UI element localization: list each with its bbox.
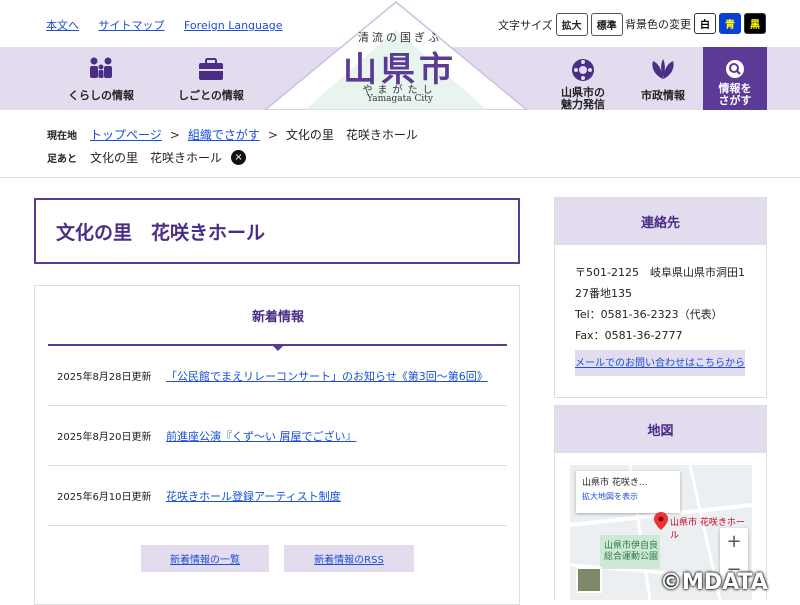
news-item: 2025年6月10日更新 花咲きホール登録アーティスト制度 <box>48 466 507 526</box>
map-card-title: 山県市 花咲き... <box>582 478 648 488</box>
map-satellite-toggle[interactable] <box>576 567 602 593</box>
breadcrumb: 現在地 トップページ > 組織でさがす > 文化の里 花咲きホール <box>47 126 418 143</box>
news-title: 新着情報 <box>251 310 304 325</box>
news-date: 2025年6月10日更新 <box>57 492 152 503</box>
breadcrumb-separator: > <box>169 127 180 142</box>
page-title: 文化の里 花咲きホール <box>34 198 520 264</box>
breadcrumb-label: 現在地 <box>47 131 77 142</box>
footprint: 足あと 文化の里 花咲きホール × <box>47 149 247 166</box>
contact-tel: Tel：0581-36-2323（代表） <box>575 308 723 321</box>
breadcrumb-top-link[interactable]: トップページ <box>90 126 162 143</box>
breadcrumb-separator: > <box>267 127 278 142</box>
map-zoom-in-button[interactable]: + <box>720 528 748 556</box>
logo-english: Yamagata City <box>367 94 433 104</box>
map-place-line-1: 山県市伊自良 <box>604 541 659 551</box>
contact-panel: 連絡先 〒501-2125 岐阜県山県市洞田1 27番地135 Tel：0581… <box>554 197 767 398</box>
breadcrumb-org-link[interactable]: 組織でさがす <box>188 126 260 143</box>
map-info-card: 山県市 花咲き... 拡大地図を表示 <box>576 471 680 513</box>
footprint-close-icon[interactable]: × <box>231 150 247 165</box>
contact-address-2: 27番地135 <box>575 287 632 300</box>
watermark: ©MDATA <box>660 570 768 595</box>
news-date: 2025年8月20日更新 <box>57 432 152 443</box>
news-date: 2025年8月28日更新 <box>57 372 152 383</box>
contact-body: 〒501-2125 岐阜県山県市洞田1 27番地135 Tel：0581-36-… <box>555 245 766 376</box>
map-place-line-2: 総合運動公園 <box>604 552 659 562</box>
contact-fax: Fax：0581-36-2777 <box>575 329 683 342</box>
map-place-label: 山県市伊自良 総合運動公園 <box>604 541 658 563</box>
breadcrumb-current: 文化の里 花咲きホール <box>285 128 418 142</box>
news-rss-button[interactable]: 新着情報のRSS <box>284 545 414 572</box>
news-section: 新着情報 2025年8月28日更新 「公民館でまえリレーコンサート」のお知らせ《… <box>34 285 520 605</box>
contact-address-1: 〒501-2125 岐阜県山県市洞田1 <box>575 266 745 279</box>
news-item: 2025年8月28日更新 「公民館でまえリレーコンサート」のお知らせ《第3回～第… <box>48 346 507 406</box>
news-link[interactable]: 「公民館でまえリレーコンサート」のお知らせ《第3回～第6回》 <box>166 368 488 384</box>
mail-inquiry-button[interactable]: メールでのお問い合わせはこちらから <box>575 350 745 376</box>
map-pin-icon[interactable] <box>654 512 668 530</box>
footprint-item[interactable]: 文化の里 花咲きホール <box>90 149 222 166</box>
news-item: 2025年8月20日更新 前進座公演『くず～い 屑屋でござい』 <box>48 406 507 466</box>
divider <box>0 177 800 178</box>
news-list-button[interactable]: 新着情報の一覧 <box>141 545 269 572</box>
map-title: 地図 <box>555 406 766 453</box>
contact-title: 連絡先 <box>555 198 766 245</box>
map-enlarge-link[interactable]: 拡大地図を表示 <box>582 490 674 504</box>
footprint-label: 足あと <box>47 154 77 165</box>
news-link[interactable]: 花咲きホール登録アーティスト制度 <box>166 488 341 504</box>
news-link[interactable]: 前進座公演『くず～い 屑屋でござい』 <box>166 428 357 444</box>
